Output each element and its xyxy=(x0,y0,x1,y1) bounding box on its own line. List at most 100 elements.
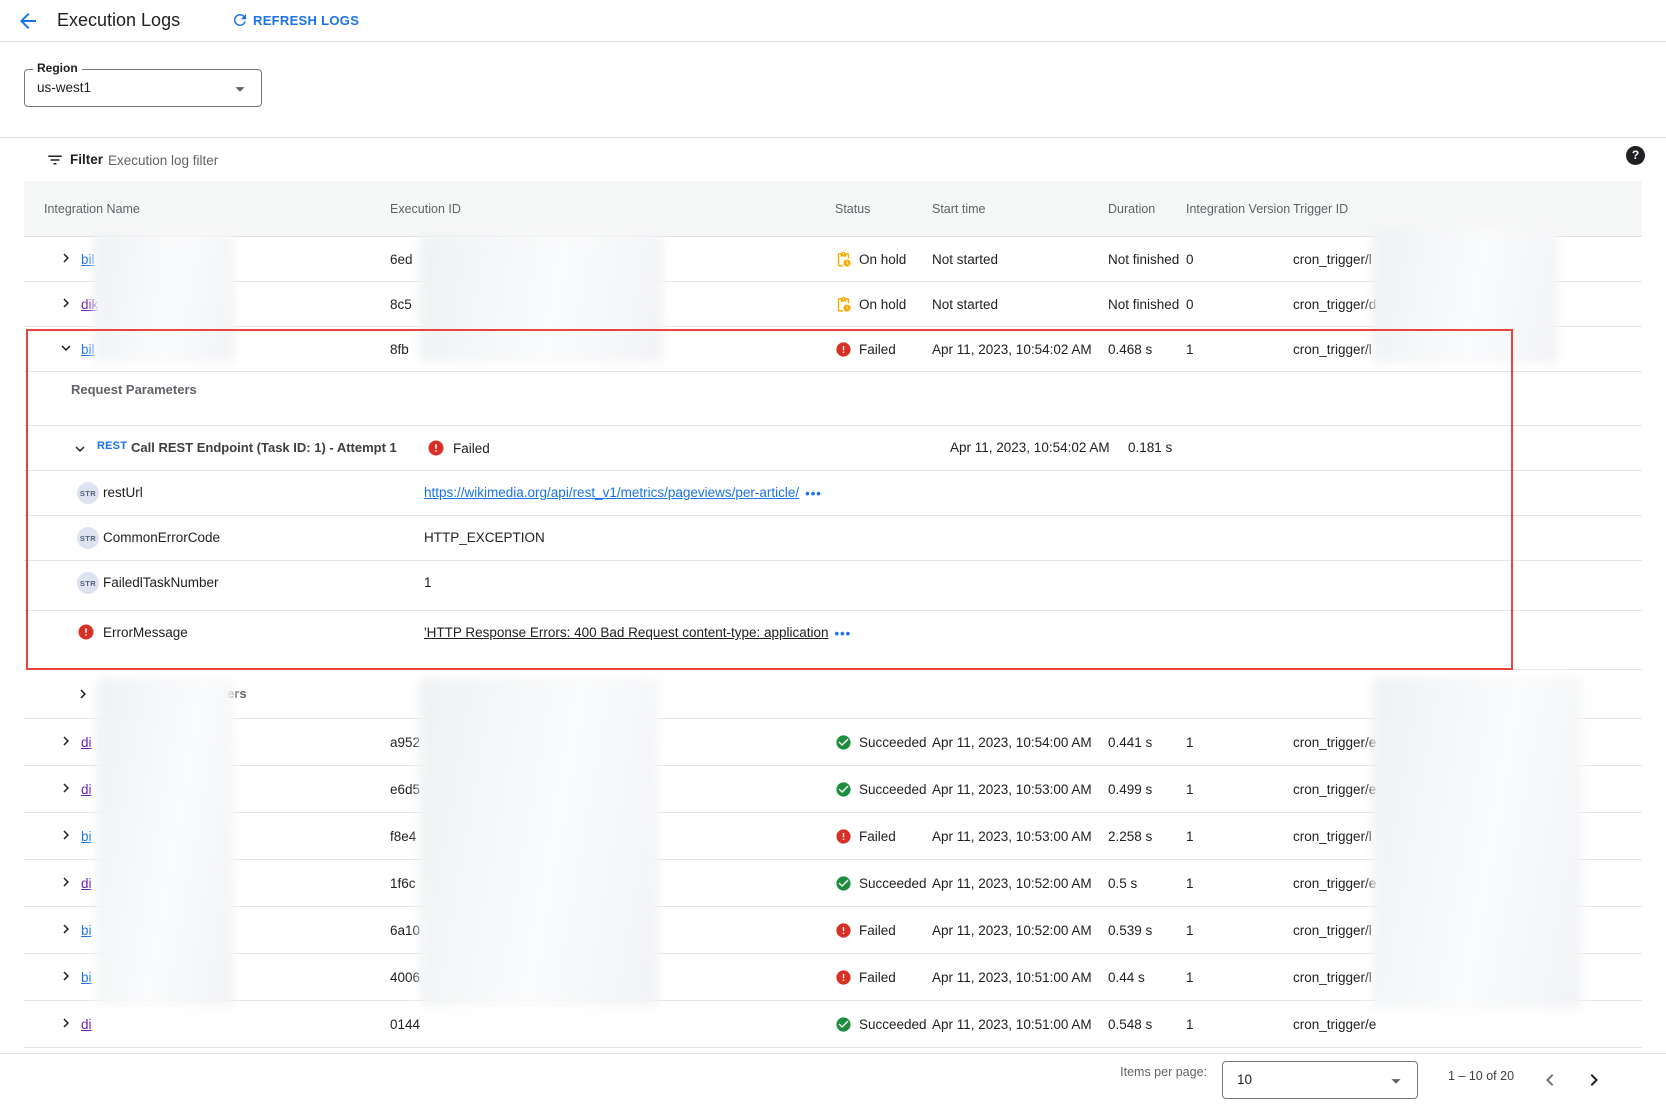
expand-row-button[interactable] xyxy=(57,249,75,267)
page-range-label: 1 – 10 of 20 xyxy=(1448,1069,1514,1083)
response-parameters-heading: Response Parameters xyxy=(110,686,247,701)
start-time: Apr 11, 2023, 10:54:00 AM xyxy=(932,735,1108,750)
items-per-page-label: Items per page: xyxy=(1120,1063,1207,1082)
start-time: Apr 11, 2023, 10:53:00 AM xyxy=(932,829,1108,844)
trigger-id: cron_trigger/e xyxy=(1293,876,1642,891)
execution-id: 4006 xyxy=(390,970,822,985)
trigger-id: cron_trigger/l xyxy=(1293,252,1642,267)
expand-row-button[interactable] xyxy=(57,873,75,891)
integration-version: 0 xyxy=(1186,297,1293,312)
expand-row-button[interactable] xyxy=(57,339,75,357)
status-cell: On hold xyxy=(822,296,932,313)
table-row: bi f8e4 Failed Apr 11, 2023, 10:53:00 AM… xyxy=(24,813,1642,860)
execution-id: 8c5 xyxy=(390,297,822,312)
integration-version: 1 xyxy=(1186,829,1293,844)
integration-name-link[interactable]: di xyxy=(81,735,92,750)
param-row-resturl: STR restUrl https://wikimedia.org/api/re… xyxy=(24,471,1642,516)
column-header-execution-id: Execution ID xyxy=(390,202,822,216)
start-time: Apr 11, 2023, 10:54:02 AM xyxy=(932,342,1108,357)
status-icon xyxy=(835,828,852,845)
start-time: Not started xyxy=(932,252,1108,267)
string-type-badge: STR xyxy=(77,572,99,594)
expand-row-button[interactable] xyxy=(57,294,75,312)
status-text: Succeeded xyxy=(859,1017,927,1032)
string-type-badge: STR xyxy=(77,527,99,549)
previous-page-icon[interactable] xyxy=(1538,1068,1562,1092)
param-label: CommonErrorCode xyxy=(103,530,220,545)
pagination-bar: Items per page: 10 1 – 10 of 20 xyxy=(0,1053,1666,1105)
integration-version: 1 xyxy=(1186,782,1293,797)
trigger-id: cron_trigger/l xyxy=(1293,970,1642,985)
integration-version: 1 xyxy=(1186,970,1293,985)
chevron-down-icon xyxy=(1385,1070,1407,1097)
param-value-link[interactable]: 'HTTP Response Errors: 400 Bad Request c… xyxy=(424,625,829,640)
integration-name-link[interactable]: bil xyxy=(81,252,95,267)
integration-version: 0 xyxy=(1186,252,1293,267)
table-row: bil 6ed On hold Not started Not finished… xyxy=(24,237,1642,282)
status-cell: Failed xyxy=(822,828,932,845)
status-cell: On hold xyxy=(822,251,932,268)
task-label: Call REST Endpoint (Task ID: 1) - Attemp… xyxy=(131,440,397,455)
duration: 0.539 s xyxy=(1108,923,1186,938)
execution-id: 0144 xyxy=(390,1017,822,1032)
collapse-task-button[interactable] xyxy=(71,440,89,458)
execution-logs-table: Integration Name Execution ID Status Sta… xyxy=(24,181,1642,1048)
expand-row-button[interactable] xyxy=(57,779,75,797)
integration-name-link[interactable]: bi xyxy=(81,970,92,985)
filter-bar: Filter xyxy=(0,137,1666,181)
integration-name-link[interactable]: bil xyxy=(81,342,95,357)
duration: 0.468 s xyxy=(1108,342,1186,357)
refresh-icon xyxy=(231,11,249,29)
page-size-select[interactable]: 10 xyxy=(1222,1061,1418,1099)
refresh-logs-button[interactable]: REFRESH LOGS xyxy=(231,11,359,29)
expand-response-parameters-button[interactable] xyxy=(74,685,92,703)
task-duration: 0.181 s xyxy=(1128,440,1172,455)
integration-name-link[interactable]: di xyxy=(81,1017,92,1032)
expand-row-button[interactable] xyxy=(57,1014,75,1032)
integration-name-link[interactable]: bi xyxy=(81,829,92,844)
string-type-badge: STR xyxy=(77,482,99,504)
start-time: Apr 11, 2023, 10:52:00 AM xyxy=(932,876,1108,891)
execution-logs-page: Execution Logs REFRESH LOGS Region us-we… xyxy=(0,0,1666,1105)
help-icon[interactable]: ? xyxy=(1626,146,1645,165)
status-text: Failed xyxy=(859,923,896,938)
integration-version: 1 xyxy=(1186,342,1293,357)
expand-row-button[interactable] xyxy=(57,732,75,750)
status-cell: Succeeded xyxy=(822,734,932,751)
integration-name-link[interactable]: bi xyxy=(81,923,92,938)
status-cell: Failed xyxy=(822,341,932,358)
table-row: di e6d5 Succeeded Apr 11, 2023, 10:53:00… xyxy=(24,766,1642,813)
trigger-id: cron_trigger/d xyxy=(1293,297,1642,312)
next-page-icon[interactable] xyxy=(1582,1068,1606,1092)
status-text: Succeeded xyxy=(859,876,927,891)
column-header-integration-name: Integration Name xyxy=(24,202,390,216)
param-value-link[interactable]: https://wikimedia.org/api/rest_v1/metric… xyxy=(424,485,799,500)
expand-row-button[interactable] xyxy=(57,920,75,938)
task-attempt-row: REST Call REST Endpoint (Task ID: 1) - A… xyxy=(24,426,1642,471)
execution-id: a952 xyxy=(390,735,822,750)
expand-row-button[interactable] xyxy=(57,826,75,844)
rest-task-icon: REST xyxy=(97,440,127,452)
error-icon xyxy=(427,439,445,457)
param-label: restUrl xyxy=(103,485,143,500)
duration: 0.548 s xyxy=(1108,1017,1186,1032)
start-time: Apr 11, 2023, 10:51:00 AM xyxy=(932,1017,1108,1032)
execution-log-filter-input[interactable] xyxy=(108,146,1308,174)
expand-value-icon[interactable]: ••• xyxy=(835,626,852,641)
trigger-id: cron_trigger/e xyxy=(1293,1017,1642,1032)
expand-row-button[interactable] xyxy=(57,967,75,985)
back-icon[interactable] xyxy=(16,9,40,33)
integration-name-link[interactable]: di xyxy=(81,876,92,891)
error-icon xyxy=(77,623,95,641)
expand-value-icon[interactable]: ••• xyxy=(805,486,822,501)
column-header-integration-version: Integration Version xyxy=(1186,202,1293,216)
integration-name-link[interactable]: dik xyxy=(81,297,98,312)
param-label: FailedlTaskNumber xyxy=(103,575,219,590)
integration-name-link[interactable]: di xyxy=(81,782,92,797)
region-select-value: us-west1 xyxy=(37,80,91,95)
table-row: bil 8fb Failed Apr 11, 2023, 10:54:02 AM… xyxy=(24,327,1642,372)
trigger-id: cron_trigger/l xyxy=(1293,829,1642,844)
integration-version: 1 xyxy=(1186,923,1293,938)
region-select[interactable]: Region us-west1 xyxy=(24,69,262,107)
status-icon xyxy=(835,1016,852,1033)
